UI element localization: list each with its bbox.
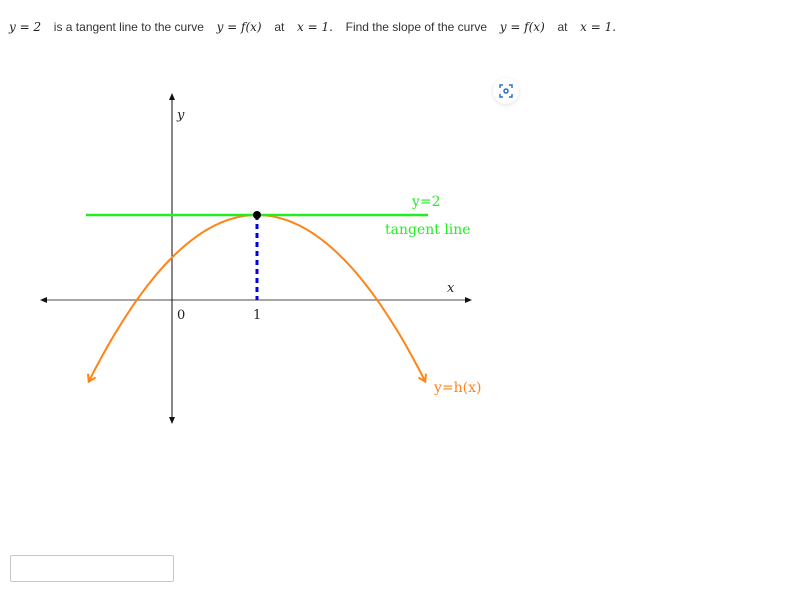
x-axis-arrow-right [465,297,472,303]
y-axis-label: y [176,108,185,123]
x-axis-label: x [447,281,455,296]
tangent-point [253,211,261,219]
y-axis-arrow-up [169,93,175,100]
tick-label-1: 1 [253,308,261,323]
y-axis-arrow-down [169,417,175,424]
graph: y x 0 1 y=2 tangent line y=h(x) [40,93,481,424]
curve-label: y=h(x) [433,380,481,396]
tangent-label: y=2 [411,194,441,210]
origin-label: 0 [177,308,185,323]
x-axis-arrow-left [40,297,47,303]
tangent-caption: tangent line [385,222,471,238]
answer-input[interactable] [10,555,174,582]
